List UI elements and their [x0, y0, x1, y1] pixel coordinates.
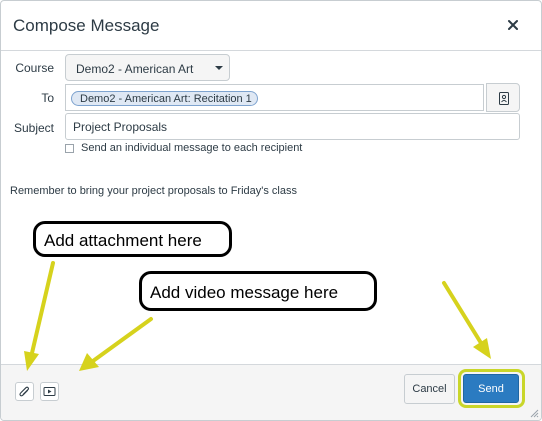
paperclip-icon	[19, 386, 29, 397]
arrow-to-send	[442, 281, 491, 359]
individual-message-checkbox[interactable]	[65, 144, 74, 153]
dialog-titlebar: Compose Message	[1, 1, 541, 51]
address-book-icon	[499, 92, 509, 105]
subject-label: Subject	[13, 121, 54, 135]
cancel-button[interactable]: Cancel	[404, 374, 455, 404]
video-icon	[43, 387, 56, 396]
course-select-value: Demo2 - American Art	[76, 62, 194, 76]
record-video-button[interactable]	[40, 382, 59, 401]
course-select[interactable]: Demo2 - American Art	[65, 54, 230, 81]
address-book-button[interactable]	[486, 83, 520, 112]
send-button[interactable]: Send	[463, 374, 519, 403]
attach-file-button[interactable]	[15, 382, 34, 401]
close-icon	[508, 20, 518, 30]
to-label: To	[41, 91, 54, 105]
close-button[interactable]	[501, 12, 525, 38]
chevron-down-icon	[215, 66, 223, 70]
dialog-title: Compose Message	[13, 16, 160, 35]
course-label: Course	[15, 61, 54, 75]
recipient-token[interactable]: Demo2 - American Art: Recitation 1	[71, 91, 258, 106]
video-callout: Add video message here	[139, 271, 377, 311]
individual-message-label: Send an individual message to each recip…	[81, 142, 303, 154]
resize-grip-icon[interactable]	[529, 408, 539, 418]
arrow-to-attachment	[24, 261, 55, 371]
compose-message-dialog: Compose Message Course Demo2 - American …	[0, 0, 542, 421]
to-recipients-field[interactable]: Demo2 - American Art: Recitation 1	[65, 84, 484, 111]
attachment-callout: Add attachment here	[33, 221, 232, 257]
message-body[interactable]: Remember to bring your project proposals…	[10, 185, 297, 197]
subject-input[interactable]: Project Proposals	[65, 113, 520, 140]
